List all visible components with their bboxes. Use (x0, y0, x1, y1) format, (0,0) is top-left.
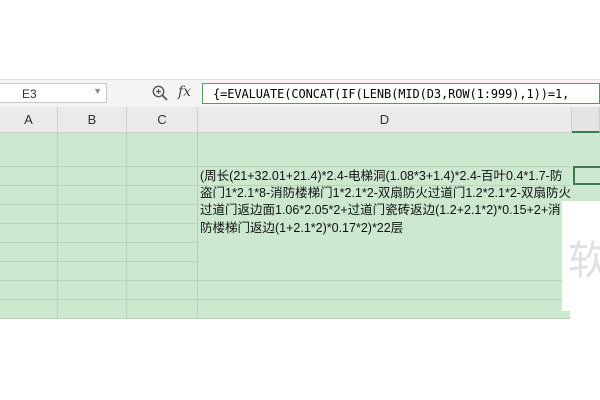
grid-line (126, 133, 127, 319)
grid-line (57, 133, 58, 319)
column-header-a[interactable]: A (0, 107, 58, 133)
column-header-c[interactable]: C (127, 107, 198, 133)
column-header-b[interactable]: B (58, 107, 127, 133)
watermark: 软 (568, 239, 600, 283)
formula-bar: E3 ▼ fx {=EVALUATE(CONCAT(IF(LENB(MID(D3… (0, 79, 600, 108)
column-header-e[interactable] (572, 107, 600, 133)
zoom-icon[interactable] (151, 84, 169, 102)
chevron-down-icon[interactable]: ▼ (93, 86, 102, 96)
column-header-d[interactable]: D (198, 107, 572, 133)
name-box[interactable]: E3 ▼ (0, 83, 107, 103)
grid-line (0, 280, 570, 281)
fx-icon[interactable]: fx (178, 84, 191, 100)
grid-line (0, 261, 198, 262)
grid-line (0, 223, 198, 224)
cell-d3[interactable]: (周长(21+32.01+21.4)*2.4-电梯洞(1.08*3+1.4)*2… (200, 168, 572, 237)
empty-area (0, 319, 600, 400)
selected-cell-e3[interactable] (573, 166, 600, 185)
grid-line (0, 299, 570, 300)
formula-text: {=EVALUATE(CONCAT(IF(LENB(MID(D3,ROW(1:9… (213, 87, 570, 101)
grid-line (0, 242, 198, 243)
grid-line (0, 166, 570, 167)
grid-line (0, 204, 198, 205)
grid-line (197, 133, 198, 319)
name-box-value: E3 (22, 87, 37, 101)
formula-input[interactable]: {=EVALUATE(CONCAT(IF(LENB(MID(D3,ROW(1:9… (202, 83, 600, 104)
